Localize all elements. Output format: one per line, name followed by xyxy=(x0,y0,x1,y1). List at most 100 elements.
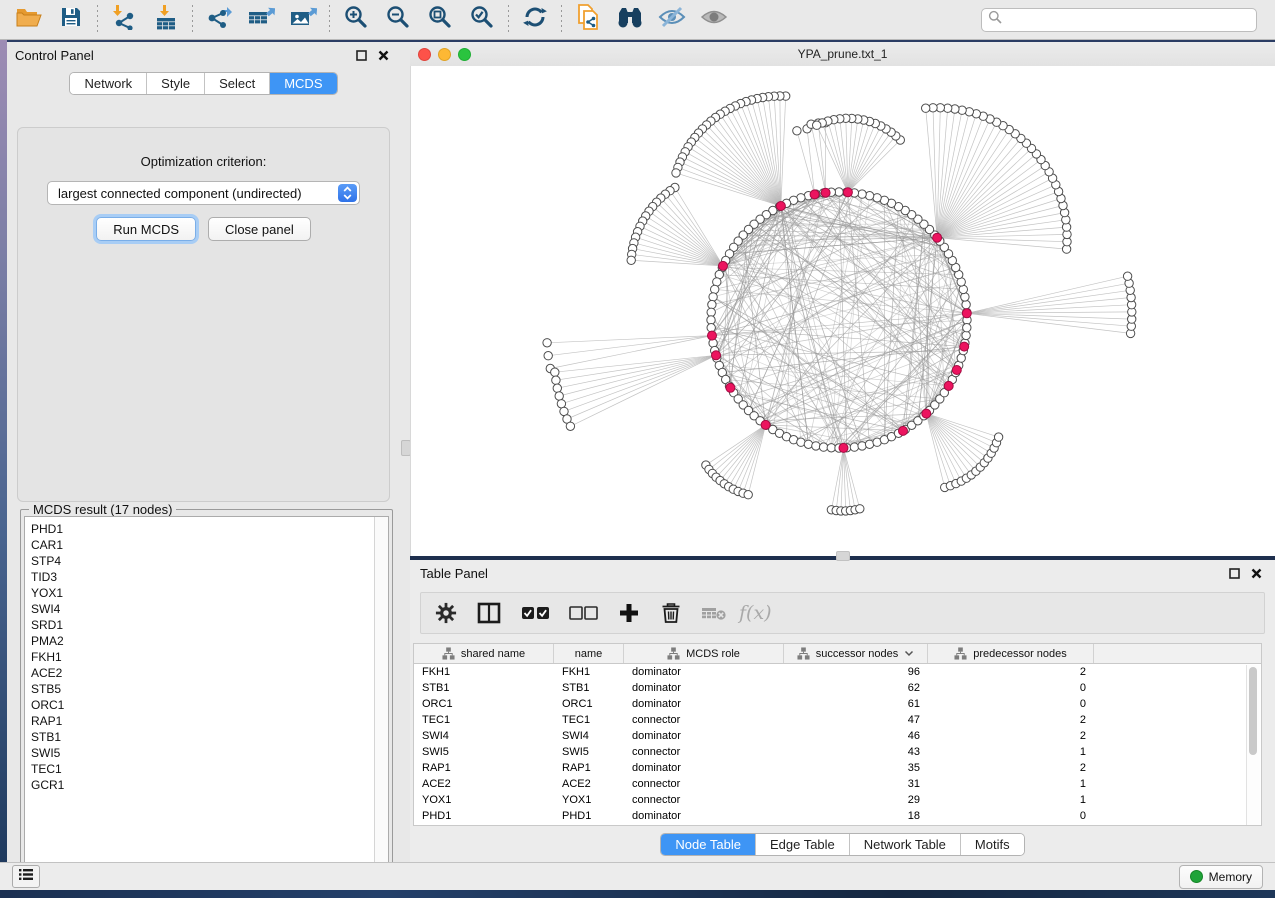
mcds-result-item[interactable]: ORC1 xyxy=(31,697,374,713)
table-cell[interactable]: RAP1 xyxy=(414,760,554,776)
network-node[interactable] xyxy=(962,331,970,339)
table-scrollbar[interactable] xyxy=(1246,665,1260,825)
zoom-selected-button[interactable] xyxy=(467,5,497,35)
table-cell[interactable]: connector xyxy=(624,744,784,760)
zoom-in-button[interactable] xyxy=(341,5,371,35)
export-image-button[interactable] xyxy=(288,5,318,35)
tab-network[interactable]: Network xyxy=(70,73,147,94)
network-leaf-node[interactable] xyxy=(543,339,551,347)
import-table-button[interactable] xyxy=(151,5,181,35)
table-row[interactable]: SWI4SWI4dominator462 xyxy=(414,728,1261,744)
table-cell[interactable]: 2 xyxy=(928,712,1094,728)
network-hub-node[interactable] xyxy=(810,190,819,199)
table-cell[interactable]: 2 xyxy=(928,760,1094,776)
table-cell[interactable]: 35 xyxy=(784,760,928,776)
close-panel-button-mcds[interactable]: Close panel xyxy=(208,217,311,241)
table-row[interactable]: PHD1PHD1dominator180 xyxy=(414,808,1261,824)
network-leaf-node[interactable] xyxy=(1123,272,1131,280)
table-row[interactable]: RAP1RAP1dominator352 xyxy=(414,760,1261,776)
hide-selected-button[interactable] xyxy=(657,5,687,35)
table-row[interactable]: FKH1FKH1dominator962 xyxy=(414,664,1261,680)
table-cell[interactable]: dominator xyxy=(624,680,784,696)
network-hub-node[interactable] xyxy=(839,443,848,452)
column-header-shared-name[interactable]: shared name xyxy=(414,644,554,663)
mcds-result-item[interactable]: GCR1 xyxy=(31,777,374,793)
export-table-button[interactable] xyxy=(246,5,276,35)
result-list-scrollbar[interactable] xyxy=(374,517,388,878)
table-cell[interactable]: STB1 xyxy=(554,680,624,696)
table-cell[interactable]: RAP1 xyxy=(554,760,624,776)
table-cell[interactable]: YOX1 xyxy=(414,792,554,808)
mcds-result-item[interactable]: PMA2 xyxy=(31,633,374,649)
table-cell[interactable]: ORC1 xyxy=(554,696,624,712)
network-leaf-node[interactable] xyxy=(552,376,560,384)
add-column-button[interactable] xyxy=(619,603,639,623)
network-hub-node[interactable] xyxy=(776,202,785,211)
network-node[interactable] xyxy=(850,443,858,451)
table-cell[interactable]: 0 xyxy=(928,680,1094,696)
table-cell[interactable]: 2 xyxy=(928,664,1094,680)
table-cell[interactable]: 0 xyxy=(928,808,1094,824)
select-all-rows-button[interactable] xyxy=(521,605,551,621)
tab-style[interactable]: Style xyxy=(147,73,205,94)
column-header-predecessor-nodes[interactable]: predecessor nodes xyxy=(928,644,1094,663)
table-cell[interactable]: 43 xyxy=(784,744,928,760)
table-cell[interactable]: dominator xyxy=(624,728,784,744)
network-node[interactable] xyxy=(819,443,827,451)
table-row[interactable]: ACE2ACE2connector311 xyxy=(414,776,1261,792)
table-cell[interactable]: FKH1 xyxy=(554,664,624,680)
mcds-result-item[interactable]: SRD1 xyxy=(31,617,374,633)
table-cell[interactable]: connector xyxy=(624,776,784,792)
network-node[interactable] xyxy=(962,300,970,308)
horizontal-splitter-handle[interactable] xyxy=(836,551,850,561)
mcds-result-item[interactable]: RAP1 xyxy=(31,713,374,729)
run-mcds-button[interactable]: Run MCDS xyxy=(96,217,196,241)
table-cell[interactable]: dominator xyxy=(624,760,784,776)
table-cell[interactable]: connector xyxy=(624,792,784,808)
table-cell[interactable]: 61 xyxy=(784,696,928,712)
mcds-result-item[interactable]: TEC1 xyxy=(31,761,374,777)
network-node[interactable] xyxy=(835,188,843,196)
network-hub-node[interactable] xyxy=(944,381,953,390)
table-row[interactable]: TEC1TEC1connector472 xyxy=(414,712,1261,728)
mcds-result-item[interactable]: CAR1 xyxy=(31,537,374,553)
network-node[interactable] xyxy=(707,324,715,332)
network-leaf-node[interactable] xyxy=(922,104,930,112)
network-node[interactable] xyxy=(708,300,716,308)
network-node[interactable] xyxy=(707,316,715,324)
network-leaf-node[interactable] xyxy=(672,169,680,177)
mcds-result-item[interactable]: YOX1 xyxy=(31,585,374,601)
table-row[interactable]: ORC1ORC1dominator610 xyxy=(414,696,1261,712)
network-leaf-node[interactable] xyxy=(553,384,561,392)
tab-select[interactable]: Select xyxy=(205,73,270,94)
table-cell[interactable]: 0 xyxy=(928,696,1094,712)
import-network-button[interactable] xyxy=(109,5,139,35)
table-cell[interactable]: 2 xyxy=(928,728,1094,744)
search-network-button[interactable] xyxy=(615,5,645,35)
deselect-all-rows-button[interactable] xyxy=(569,605,599,621)
table-row[interactable]: YOX1YOX1connector291 xyxy=(414,792,1261,808)
table-cell[interactable]: dominator xyxy=(624,664,784,680)
network-hub-node[interactable] xyxy=(821,188,830,197)
network-hub-node[interactable] xyxy=(922,409,931,418)
column-header-MCDS-role[interactable]: MCDS role xyxy=(624,644,784,663)
network-hub-node[interactable] xyxy=(712,351,721,360)
table-cell[interactable]: SWI5 xyxy=(554,744,624,760)
search-field[interactable] xyxy=(981,8,1257,32)
column-header-successor-nodes[interactable]: successor nodes xyxy=(784,644,928,663)
table-cell[interactable]: 62 xyxy=(784,680,928,696)
table-cell[interactable]: STB1 xyxy=(414,680,554,696)
table-cell[interactable]: dominator xyxy=(624,808,784,824)
table-cell[interactable]: YOX1 xyxy=(554,792,624,808)
network-hub-node[interactable] xyxy=(708,331,717,340)
table-cell[interactable]: SWI4 xyxy=(554,728,624,744)
table-cell[interactable]: ORC1 xyxy=(414,696,554,712)
table-cell[interactable]: 18 xyxy=(784,808,928,824)
network-node[interactable] xyxy=(707,308,715,316)
table-cell[interactable]: TEC1 xyxy=(554,712,624,728)
close-table-panel-button[interactable] xyxy=(1247,565,1265,581)
table-cell[interactable]: ACE2 xyxy=(414,776,554,792)
network-hub-node[interactable] xyxy=(899,426,908,435)
network-hub-node[interactable] xyxy=(962,309,971,318)
show-task-history-button[interactable] xyxy=(12,865,40,888)
